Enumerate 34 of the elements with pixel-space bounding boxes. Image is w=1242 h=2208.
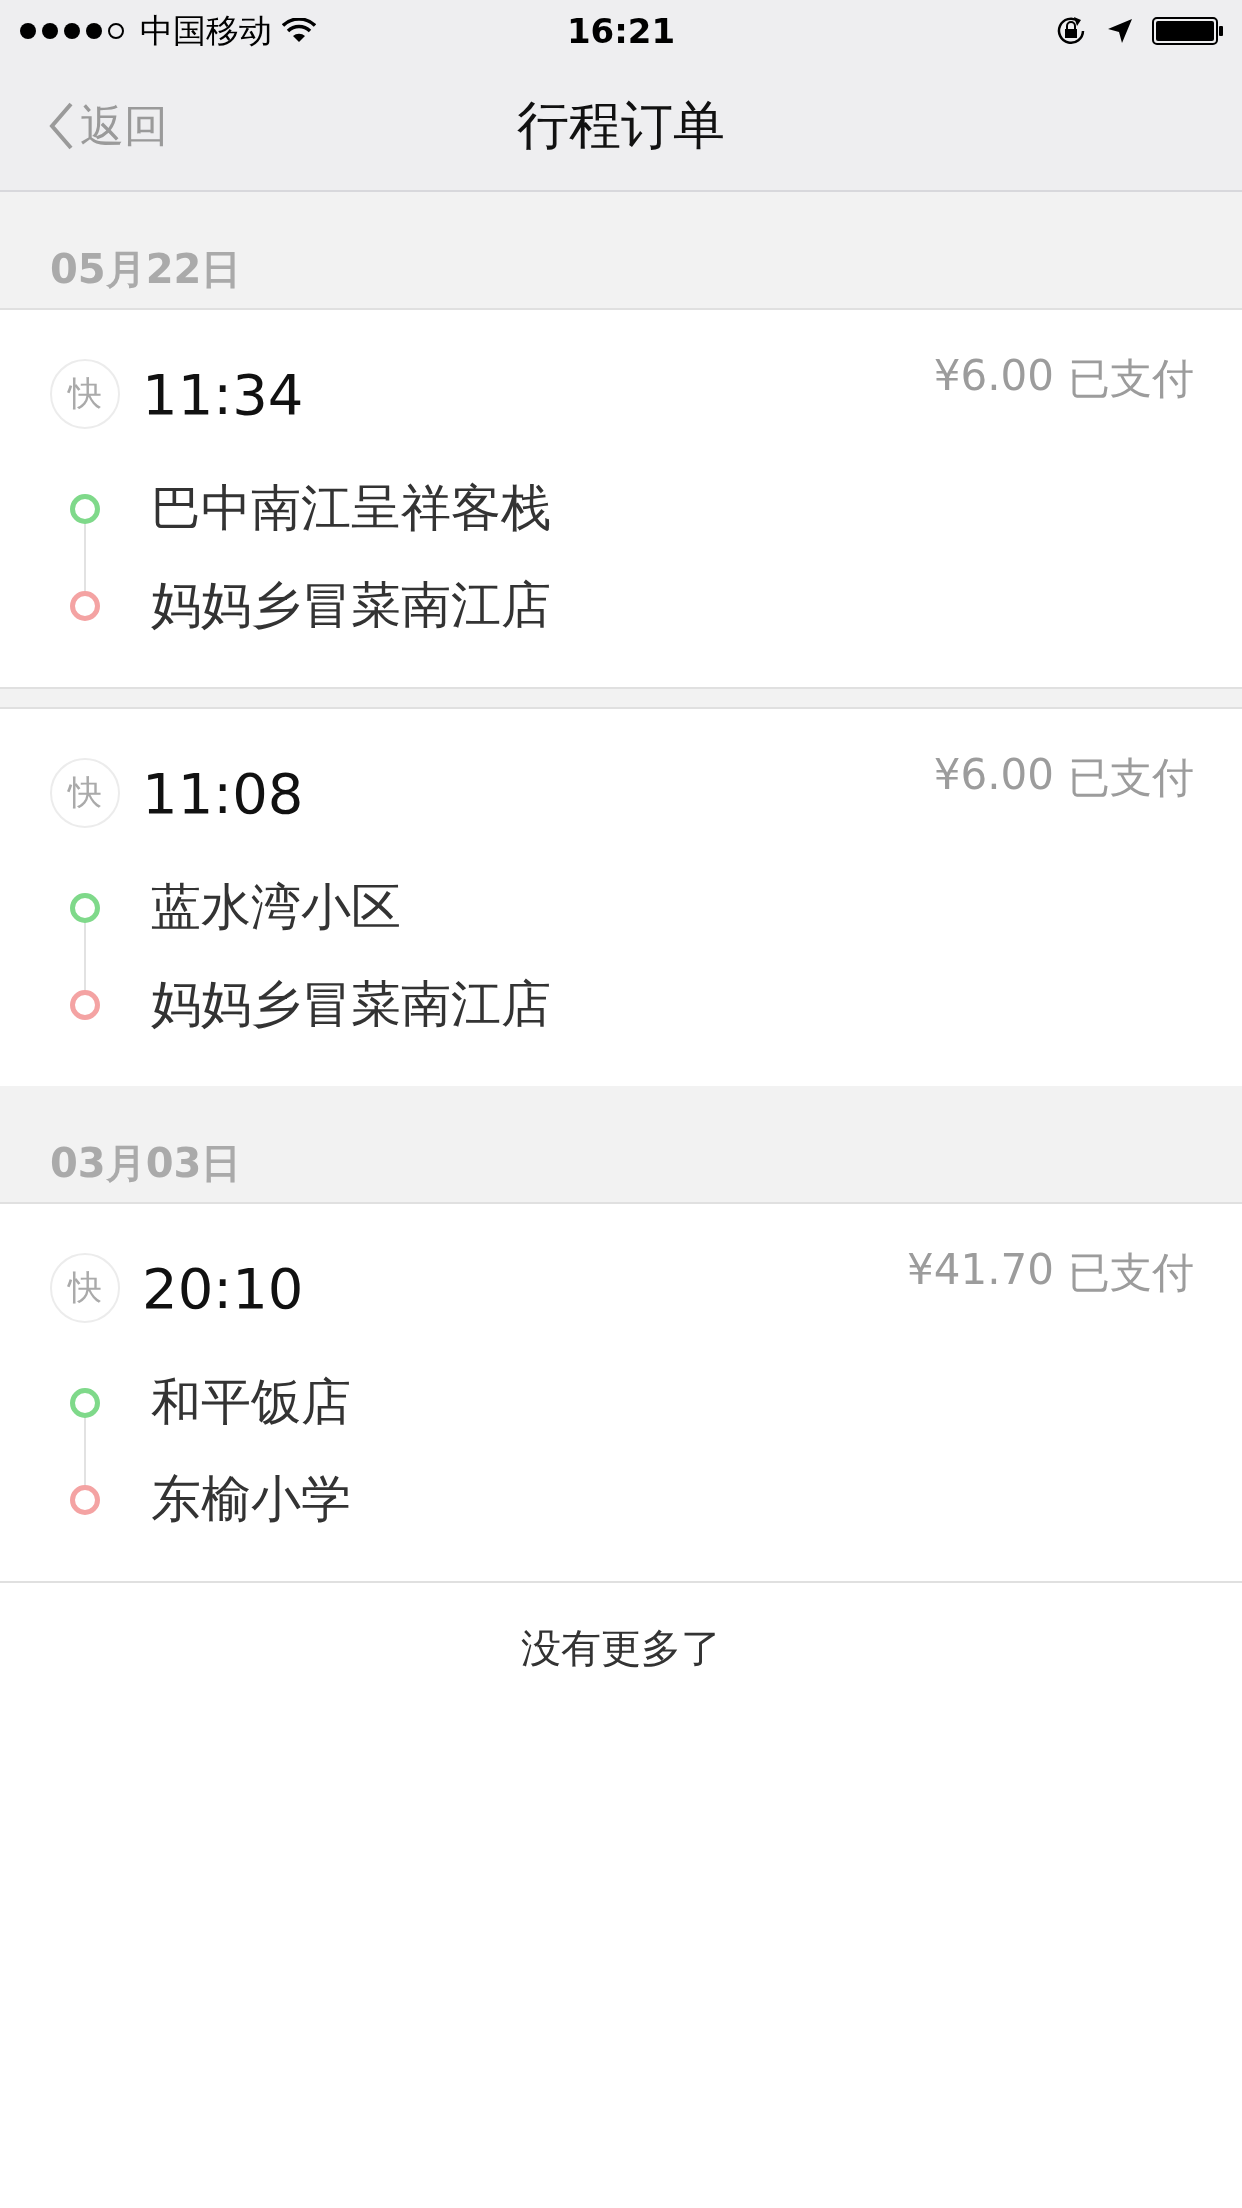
- stop-name: 东榆小学: [151, 1469, 351, 1530]
- type-badge: 快: [50, 758, 120, 828]
- page-title: 行程订单: [517, 94, 725, 157]
- order-price: ¥6.00: [933, 351, 1054, 400]
- chevron-left-icon: [48, 101, 74, 151]
- date-header: 05月22日: [0, 192, 1242, 310]
- order-time: 20:10: [142, 1255, 305, 1321]
- type-badge: 快: [50, 1253, 120, 1323]
- battery-icon: [1152, 16, 1224, 46]
- type-badge: 快: [50, 359, 120, 429]
- stop-name: 妈妈乡冒菜南江店: [151, 575, 551, 636]
- carrier-name: 中国移动: [140, 9, 272, 52]
- date-header: 03月03日: [0, 1086, 1242, 1204]
- stop-marker-icon: [70, 1387, 100, 1418]
- stop-name: 妈妈乡冒菜南江店: [151, 974, 551, 1035]
- order-price: ¥6.00: [933, 750, 1054, 799]
- order-time: 11:08: [142, 760, 305, 826]
- stop-name: 和平饭店: [151, 1372, 351, 1433]
- end-of-list-text: 没有更多了: [0, 1581, 1242, 1676]
- stop-name: 巴中南江呈祥客栈: [151, 478, 551, 539]
- payment-status: 已支付: [1068, 752, 1194, 804]
- order-price: ¥41.70: [907, 1245, 1054, 1294]
- stop-marker-icon: [70, 989, 100, 1020]
- payment-status: 已支付: [1068, 1247, 1194, 1299]
- stop-marker-icon: [70, 1484, 100, 1515]
- stop-name: 蓝水湾小区: [151, 877, 401, 938]
- order-time: 11:34: [142, 361, 305, 427]
- clock-time: 16:21: [566, 11, 676, 51]
- payment-status: 已支付: [1068, 353, 1194, 405]
- location-arrow-icon: [1106, 17, 1134, 45]
- stop-marker-icon: [70, 892, 100, 923]
- stop-marker-icon: [70, 493, 100, 524]
- wifi-icon: [282, 18, 316, 44]
- stop-marker-icon: [70, 590, 100, 621]
